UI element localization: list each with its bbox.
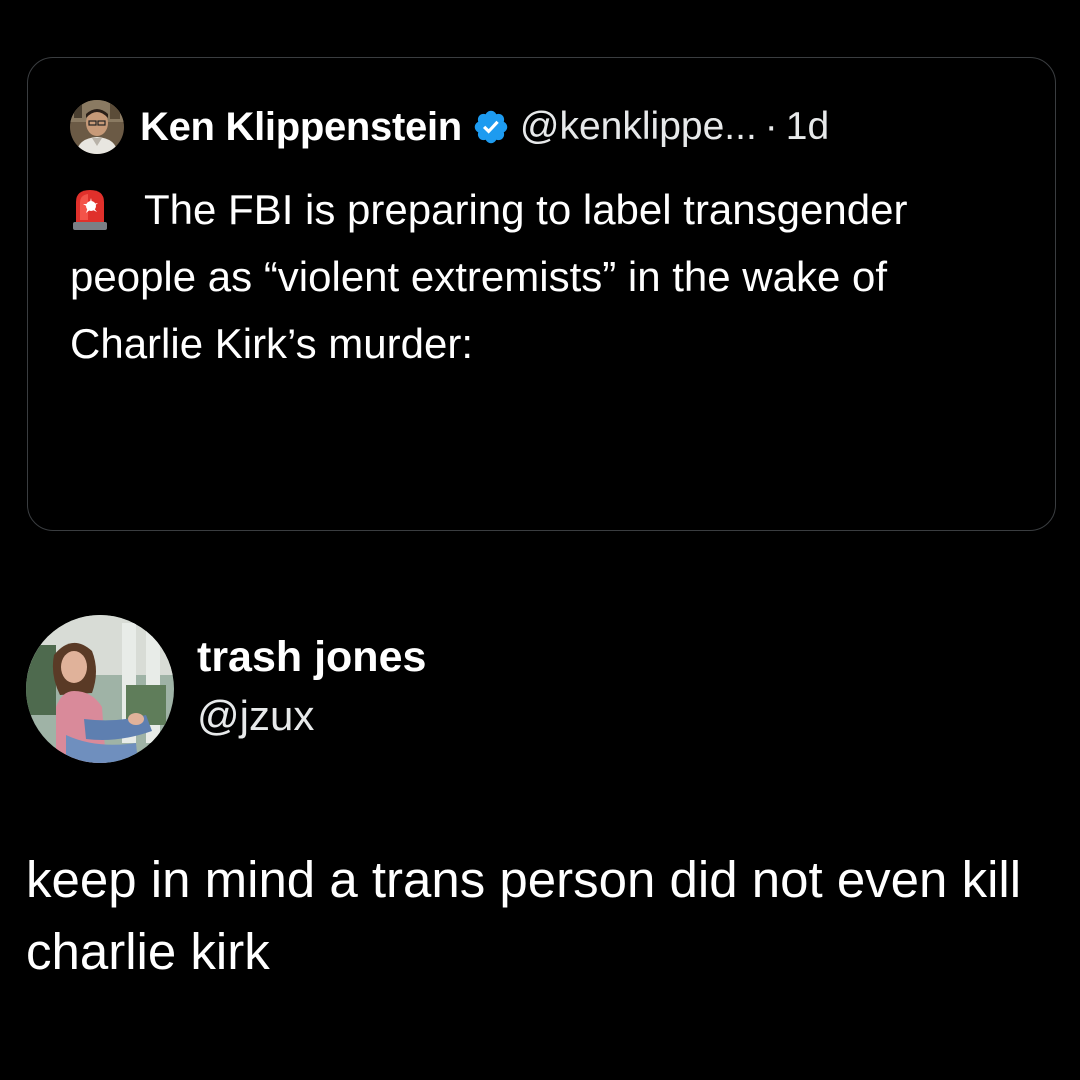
quoted-tweet-header: Ken Klippenstein @kenklippe... · 1d	[70, 100, 829, 154]
quoted-author-handle[interactable]: @kenklippe...	[520, 105, 757, 149]
profile-photo-icon	[26, 615, 174, 763]
author-names: trash jones @jzux	[197, 627, 426, 745]
verified-badge-icon	[472, 108, 510, 146]
quoted-tweet-card[interactable]: Ken Klippenstein @kenklippe... · 1d The …	[27, 57, 1056, 531]
siren-emoji-icon	[70, 182, 110, 230]
tweet-author: trash jones @jzux	[26, 615, 426, 763]
quoted-tweet-body: The FBI is preparing to label transgende…	[70, 186, 908, 367]
dot-separator: ·	[764, 105, 778, 148]
profile-photo-icon	[70, 100, 124, 154]
quoted-author-name[interactable]: Ken Klippenstein	[140, 105, 462, 150]
tweet-text: keep in mind a trans person did not even…	[26, 851, 1022, 980]
author-avatar[interactable]	[26, 615, 174, 763]
quoted-tweet-timestamp[interactable]: 1d	[786, 105, 829, 149]
author-handle[interactable]: @jzux	[197, 687, 426, 745]
author-name[interactable]: trash jones	[197, 627, 426, 687]
quoted-author-avatar[interactable]	[70, 100, 124, 154]
quoted-tweet-text: The FBI is preparing to label transgende…	[70, 176, 1010, 377]
